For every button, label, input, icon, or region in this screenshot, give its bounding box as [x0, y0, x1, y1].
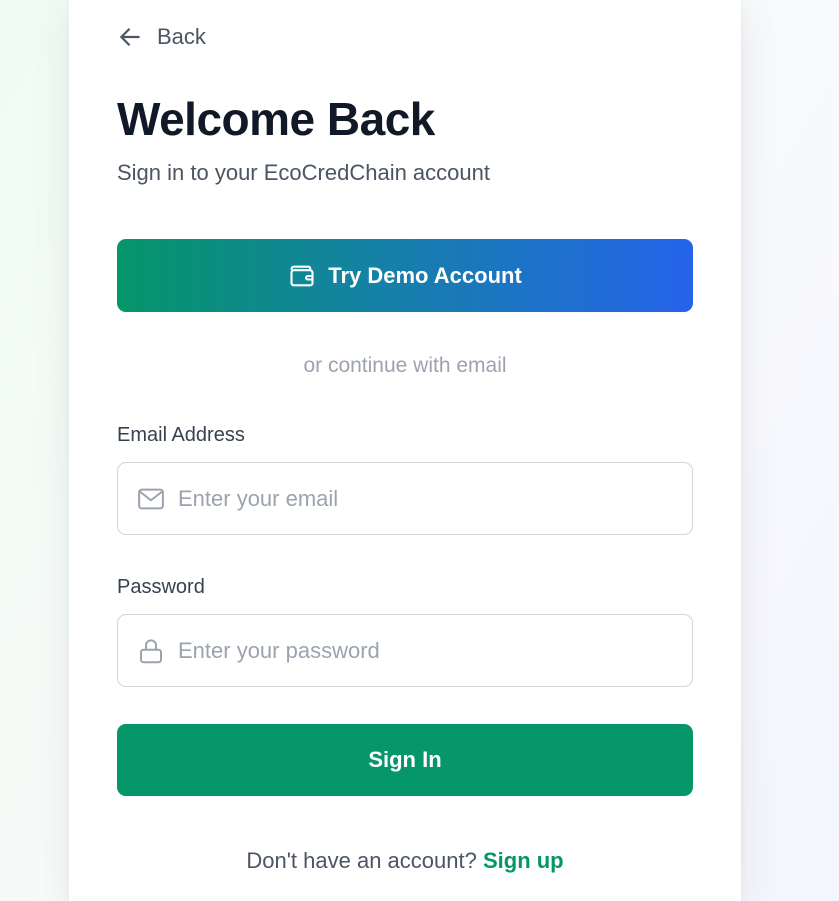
- signup-prompt: Don't have an account? Sign up: [117, 848, 693, 874]
- back-label: Back: [157, 24, 206, 49]
- page-subtitle: Sign in to your EcoCredChain account: [117, 160, 490, 185]
- sign-in-button[interactable]: Sign In: [117, 724, 693, 796]
- signin-card: Back Welcome Back Sign in to your EcoCre…: [69, 0, 741, 901]
- lock-icon: [136, 636, 166, 666]
- wallet-icon: [288, 262, 316, 290]
- divider-text: or continue with email: [303, 354, 507, 377]
- password-label: Password: [117, 576, 205, 598]
- password-field-wrapper: [117, 614, 693, 687]
- email-input[interactable]: [178, 463, 678, 534]
- password-input[interactable]: [178, 615, 678, 686]
- back-button[interactable]: Back: [117, 20, 206, 54]
- mail-icon: [136, 484, 166, 514]
- try-demo-button[interactable]: Try Demo Account: [117, 239, 693, 312]
- sign-up-link[interactable]: Sign up: [483, 848, 564, 873]
- email-label: Email Address: [117, 424, 245, 446]
- signup-prompt-text: Don't have an account?: [246, 848, 477, 873]
- page-title: Welcome Back: [117, 93, 435, 145]
- try-demo-label: Try Demo Account: [328, 262, 522, 288]
- email-field-wrapper: [117, 462, 693, 535]
- arrow-left-icon: [117, 24, 143, 50]
